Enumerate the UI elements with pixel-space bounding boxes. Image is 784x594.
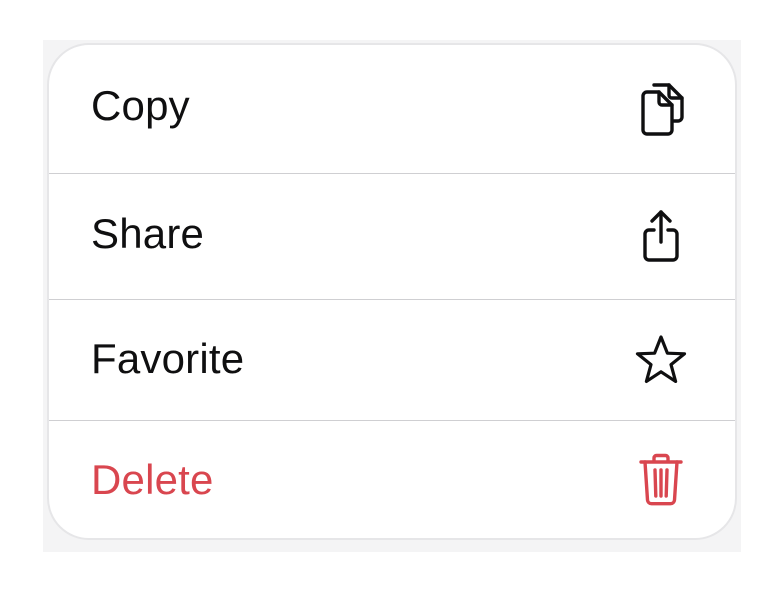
copy-icon xyxy=(633,81,689,137)
menu-item-share[interactable]: Share xyxy=(49,173,735,299)
menu-item-copy[interactable]: Copy xyxy=(49,45,735,173)
menu-item-favorite[interactable]: Favorite xyxy=(49,299,735,420)
trash-icon xyxy=(633,452,689,508)
share-icon xyxy=(633,208,689,264)
star-icon xyxy=(633,332,689,388)
context-menu: Copy Share Favorite Delete xyxy=(47,43,737,540)
menu-item-delete[interactable]: Delete xyxy=(49,420,735,538)
menu-item-label: Delete xyxy=(91,456,214,503)
menu-item-label: Share xyxy=(91,210,205,257)
menu-item-label: Favorite xyxy=(91,334,245,382)
menu-item-label: Copy xyxy=(91,82,190,129)
